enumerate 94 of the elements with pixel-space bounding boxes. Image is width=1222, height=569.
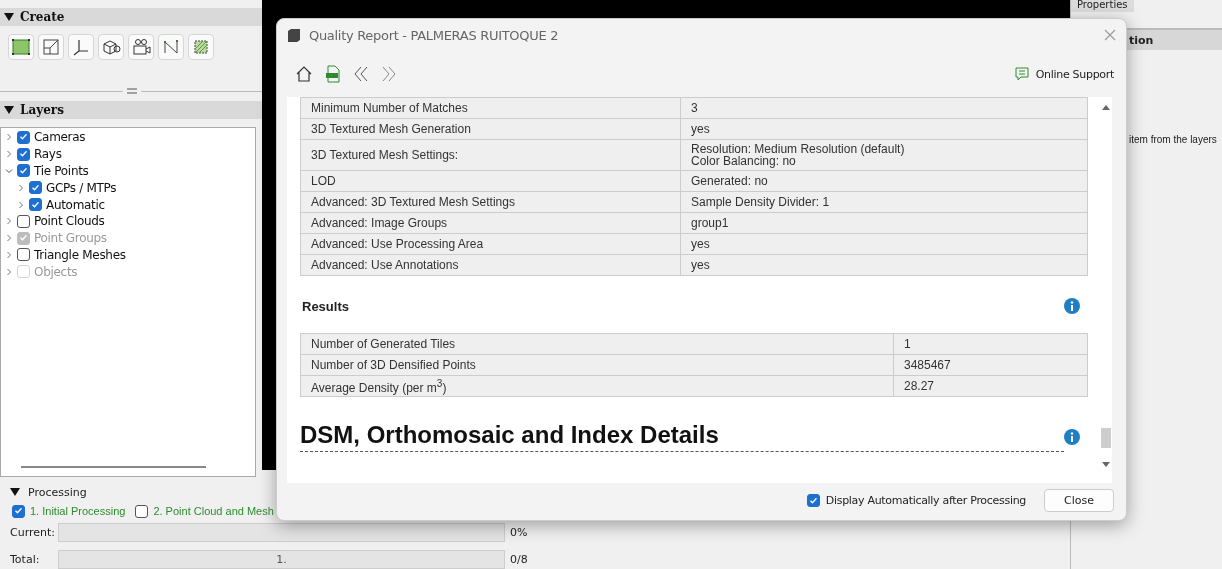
table-cell: yes xyxy=(680,118,1088,140)
checkbox[interactable] xyxy=(17,130,30,144)
layer-label[interactable]: Point Clouds xyxy=(34,214,105,229)
checkmark-icon xyxy=(20,235,27,242)
checkmark-icon xyxy=(20,151,27,158)
triangle-icon[interactable] xyxy=(10,487,20,497)
checkmark-icon xyxy=(20,134,27,141)
chevron-icon[interactable] xyxy=(5,167,13,175)
pdf-icon[interactable] xyxy=(325,65,341,83)
progress-text: 1. xyxy=(276,553,287,566)
hint-text: item from the layers xyxy=(1128,134,1218,145)
table-cell: Advanced: Use Annotations xyxy=(300,254,681,276)
checkbox[interactable] xyxy=(17,164,30,178)
scroll-down-arrow-icon[interactable] xyxy=(1102,462,1110,467)
checkmark-icon xyxy=(809,497,817,504)
layer-label[interactable]: Automatic xyxy=(46,197,105,212)
section-heading: Results xyxy=(301,298,349,314)
checkbox[interactable] xyxy=(29,198,42,212)
table-cell: Average Density (per m$^{3}$) xyxy=(300,375,894,397)
square-icon xyxy=(41,37,61,57)
checkbox[interactable] xyxy=(17,214,30,228)
online-support-button[interactable]: Online Support xyxy=(1013,66,1114,82)
progress-reading: 0% xyxy=(510,526,528,539)
table-cell: Resolution: Medium Resolution (default) Color Balancing: no xyxy=(680,139,1088,171)
camera-icon xyxy=(131,37,151,57)
layer-label[interactable]: Rays xyxy=(34,147,62,162)
table-cell: 3485467 xyxy=(893,354,1088,376)
tool-button[interactable] xyxy=(98,34,124,60)
checkbox[interactable] xyxy=(29,181,42,195)
table-cell: 1 xyxy=(893,333,1088,355)
checkbox[interactable] xyxy=(12,504,25,518)
section-header[interactable]: Processing xyxy=(0,485,87,499)
info-icon[interactable] xyxy=(1064,428,1080,445)
table-cell: Advanced: Image Groups xyxy=(300,212,681,234)
axes-icon xyxy=(71,37,91,57)
table-cell: Advanced: Use Processing Area xyxy=(300,233,681,255)
checkmark-icon xyxy=(15,508,22,514)
checkbox[interactable] xyxy=(806,494,820,507)
table-cell: 3D Textured Mesh Generation xyxy=(300,118,681,140)
table-cell: Number of Generated Tiles xyxy=(300,333,894,355)
section-title: Processing xyxy=(28,485,87,499)
table-cell: Advanced: 3D Textured Mesh Settings xyxy=(300,191,681,213)
scrollbar-thumb[interactable] xyxy=(1101,428,1111,448)
section-header[interactable]: Create xyxy=(0,8,262,26)
section-heading: DSM, Orthomosaic and Index Details xyxy=(300,421,1064,452)
progress-label: Total: xyxy=(10,553,41,566)
table-cell: group1 xyxy=(680,212,1088,234)
triangle-icon[interactable] xyxy=(4,105,14,115)
table-cell: 3D Textured Mesh Settings: xyxy=(300,139,681,171)
table-cell: yes xyxy=(680,233,1088,255)
tool-button[interactable] xyxy=(128,34,154,60)
checkbox[interactable] xyxy=(17,248,30,262)
chat-icon xyxy=(1013,66,1030,82)
step-label[interactable]: 2. Point Cloud and Mesh xyxy=(153,505,274,517)
table-cell: 28.27 xyxy=(893,375,1088,397)
checkbox[interactable] xyxy=(135,504,149,518)
table-cell: Minimum Number of Matches xyxy=(300,97,681,119)
app-icon xyxy=(287,28,301,42)
checkbox-label[interactable]: Display Automatically after Processing xyxy=(825,494,1026,507)
checkmark-icon xyxy=(32,184,39,191)
progress-label: Current: xyxy=(10,526,57,539)
table-cell: Number of 3D Densified Points xyxy=(300,354,894,376)
table-cell: 3 xyxy=(680,97,1088,119)
checkmark-icon xyxy=(20,168,27,174)
panel-tab[interactable]: Properties xyxy=(1071,0,1134,12)
hatched-area-icon xyxy=(191,37,211,57)
layer-label[interactable]: GCPs / MTPs xyxy=(46,180,117,195)
table-cell: LOD xyxy=(300,170,681,192)
layer-label[interactable]: Cameras xyxy=(34,130,86,145)
section-header[interactable]: Layers xyxy=(0,101,262,119)
table-cell: Sample Density Divider: 1 xyxy=(680,191,1088,213)
close-button[interactable]: Close xyxy=(1044,489,1114,512)
home-icon[interactable] xyxy=(295,65,313,83)
window-title: Quality Report - PALMERAS RUITOQUE 2 xyxy=(309,27,560,43)
info-icon[interactable] xyxy=(1064,298,1080,314)
section-title: Layers xyxy=(20,103,64,117)
checkbox[interactable] xyxy=(17,147,30,161)
checkmark-icon xyxy=(32,201,39,208)
close-icon[interactable] xyxy=(1104,29,1116,41)
scrollbar-thumb[interactable] xyxy=(21,466,206,468)
double-chevron-left-icon[interactable] xyxy=(353,65,369,83)
progress-reading: 0/8 xyxy=(510,553,528,566)
area-icon xyxy=(11,37,31,57)
polyline-icon xyxy=(161,37,181,57)
section-title: Create xyxy=(20,10,65,24)
layer-label[interactable]: Triangle Meshes xyxy=(34,247,126,262)
tool-button[interactable] xyxy=(8,34,34,60)
step-label[interactable]: 1. Initial Processing xyxy=(30,505,126,517)
double-chevron-right-icon[interactable] xyxy=(381,65,397,83)
layer-label[interactable]: Tie Points xyxy=(34,164,89,178)
triangle-icon[interactable] xyxy=(4,12,14,22)
scroll-up-arrow-icon[interactable] xyxy=(1102,105,1110,110)
table-cell: yes xyxy=(680,254,1088,276)
table-cell: Generated: no xyxy=(680,170,1088,192)
